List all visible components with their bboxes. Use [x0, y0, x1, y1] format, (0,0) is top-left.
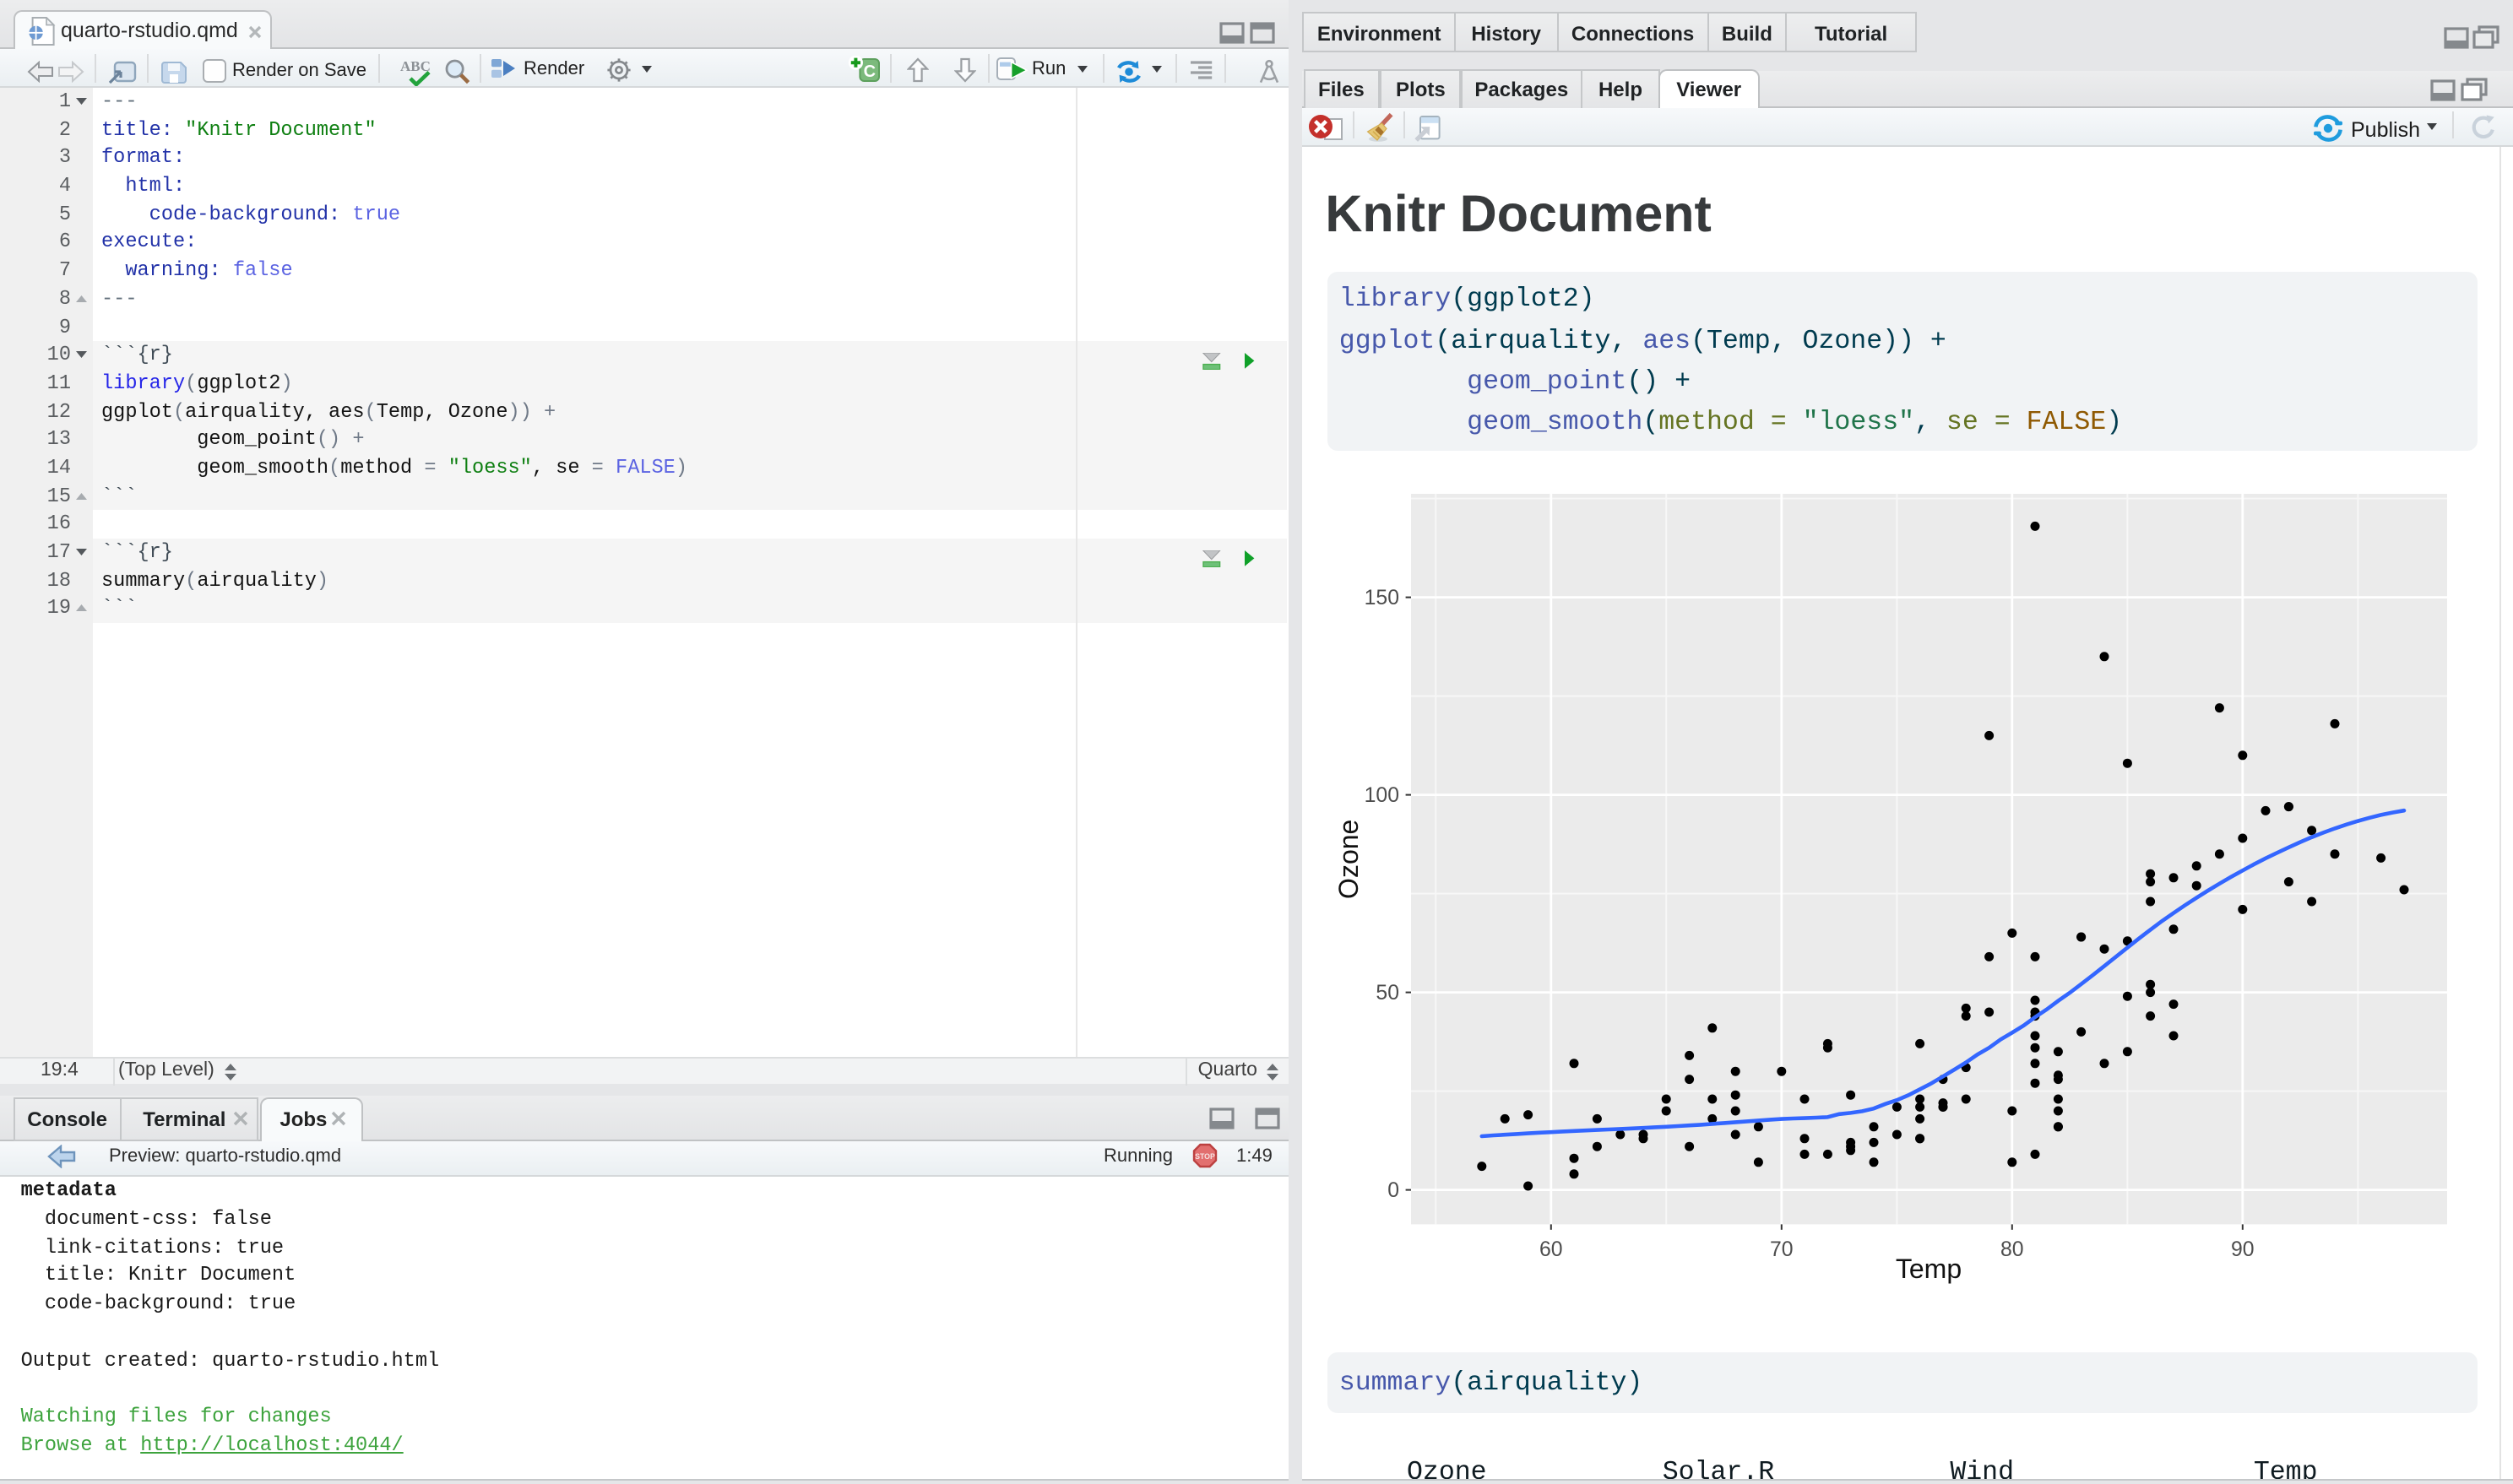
svg-text:150: 150	[1365, 587, 1399, 609]
svg-text:Ozone: Ozone	[1333, 820, 1364, 899]
svg-text:80: 80	[2000, 1238, 2024, 1261]
svg-text:50: 50	[1376, 982, 1399, 1005]
svg-text:70: 70	[1770, 1238, 1794, 1261]
svg-text:0: 0	[1387, 1179, 1399, 1202]
svg-text:60: 60	[1539, 1238, 1563, 1261]
svg-text:Temp: Temp	[1896, 1254, 1962, 1284]
svg-text:90: 90	[2231, 1238, 2255, 1261]
svg-text:STOP: STOP	[1195, 1151, 1215, 1160]
svg-text:100: 100	[1365, 784, 1399, 807]
